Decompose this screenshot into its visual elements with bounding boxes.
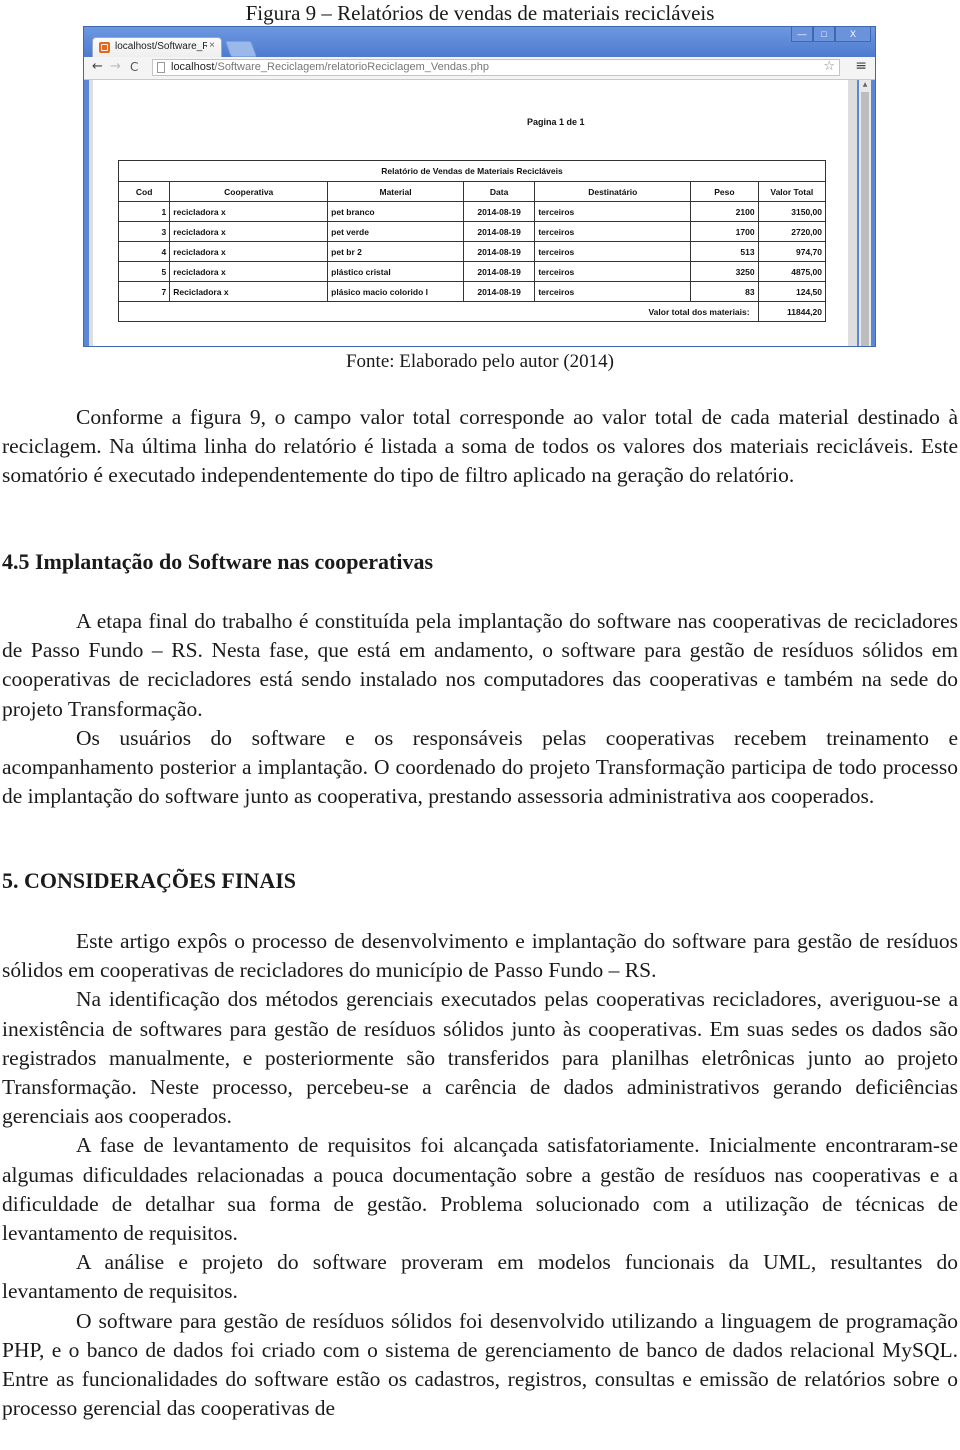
paragraph: Os usuários do software e os responsávei…	[2, 725, 958, 809]
cell-cod: 7	[117, 281, 171, 302]
col-valor-total: Valor Total	[757, 181, 827, 202]
cell-peso: 513	[690, 241, 759, 262]
table-row: 7 Recicladora x plásico macio colorido l…	[117, 281, 827, 302]
table-row: 1 recicladora x pet branco 2014-08-19 te…	[117, 201, 827, 222]
page-icon	[157, 62, 165, 73]
cell-data: 2014-08-19	[462, 201, 536, 222]
cell-material: pet br 2	[327, 241, 464, 262]
cell-data: 2014-08-19	[462, 221, 536, 242]
cell-destinatario: terceiros	[534, 281, 692, 302]
col-peso: Peso	[690, 181, 759, 202]
section-heading-5: 5. CONSIDERAÇÕES FINAIS	[2, 868, 297, 893]
cell-destinatario: terceiros	[534, 241, 692, 262]
address-bar[interactable]: localhost/Software_Reciclagem/relatorioR…	[152, 59, 840, 76]
bookmark-star-icon[interactable]: ☆	[823, 59, 835, 74]
close-window-icon[interactable]: X	[835, 27, 871, 42]
intro-section: Conforme a figura 9, o campo valor total…	[2, 403, 958, 491]
cell-material: pet verde	[327, 221, 464, 242]
cell-material: plásico macio colorido l	[327, 281, 464, 302]
browser-tab[interactable]: localhost/Software_Recicl ×	[92, 37, 222, 57]
total-label: Valor total dos materiais:	[118, 301, 759, 322]
cell-data: 2014-08-19	[462, 261, 536, 282]
cell-peso: 2100	[690, 201, 759, 222]
cell-cooperativa: recicladora x	[169, 221, 329, 242]
col-cod: Cod	[117, 181, 171, 202]
cell-peso: 3250	[690, 261, 759, 282]
cell-cod: 4	[117, 241, 171, 262]
cell-cod: 3	[117, 221, 171, 242]
table-row: 4 recicladora x pet br 2 2014-08-19 terc…	[117, 241, 827, 262]
cell-cooperativa: Recicladora x	[169, 281, 329, 302]
cell-cooperativa: recicladora x	[169, 241, 329, 262]
col-destinatario: Destinatário	[534, 181, 692, 202]
paragraph: A fase de levantamento de requisitos foi…	[2, 1133, 958, 1246]
cell-valor: 3150,00	[757, 201, 827, 222]
col-data: Data	[462, 181, 536, 202]
forward-arrow-icon[interactable]: →	[110, 59, 121, 74]
paragraph: Este artigo expôs o processo de desenvol…	[2, 929, 958, 983]
cell-destinatario: terceiros	[534, 261, 692, 282]
hamburger-menu-icon[interactable]: ≡	[855, 58, 867, 74]
url-path: /Software_Reciclagem/relatorioReciclagem…	[214, 61, 489, 73]
figure-title: Figura 9 – Relatórios de vendas de mater…	[245, 1, 715, 25]
paragraph: Na identificação dos métodos gerenciais …	[2, 987, 958, 1129]
cell-cooperativa: recicladora x	[169, 261, 329, 282]
cell-material: pet branco	[327, 201, 464, 222]
cell-valor: 124,50	[757, 281, 827, 302]
browser-titlebar: localhost/Software_Recicl × — □ X	[84, 27, 875, 57]
section-4-5-body: A etapa final do trabalho é constituída …	[2, 607, 958, 811]
table-row: 5 recicladora x plástico cristal 2014-08…	[117, 261, 827, 282]
browser-viewport: Pagina 1 de 1 Relatório de Vendas de Mat…	[89, 80, 857, 346]
cell-destinatario: terceiros	[534, 221, 692, 242]
tab-close-icon[interactable]: ×	[209, 40, 215, 51]
cell-data: 2014-08-19	[462, 281, 536, 302]
minimize-icon[interactable]: —	[791, 27, 813, 42]
total-value: 11844,20	[757, 301, 827, 322]
scroll-up-icon[interactable]: ▲	[859, 80, 871, 90]
header-row: Cod Cooperativa Material Data Destinatár…	[117, 181, 827, 202]
cell-valor: 2720,00	[757, 221, 827, 242]
url-host: localhost	[171, 61, 215, 73]
cell-peso: 83	[690, 281, 759, 302]
report-page: Pagina 1 de 1 Relatório de Vendas de Mat…	[93, 80, 848, 346]
cell-valor: 974,70	[757, 241, 827, 262]
reload-icon[interactable]: C	[130, 60, 138, 74]
favicon-icon	[99, 42, 110, 53]
scrollbar-thumb[interactable]	[861, 92, 869, 346]
total-row: Valor total dos materiais: 11844,20	[118, 301, 827, 322]
cell-data: 2014-08-19	[462, 241, 536, 262]
window-controls: — □ X	[791, 27, 871, 43]
cell-cooperativa: recicladora x	[169, 201, 329, 222]
browser-toolbar: ← → C localhost/Software_Reciclagem/rela…	[84, 57, 875, 80]
paragraph: Conforme a figura 9, o campo valor total…	[2, 405, 958, 488]
section-heading-4-5: 4.5 Implantação do Software nas cooperat…	[2, 549, 434, 574]
table-row: 3 recicladora x pet verde 2014-08-19 ter…	[117, 221, 827, 242]
cell-destinatario: terceiros	[534, 201, 692, 222]
tab-title: localhost/Software_Recicl	[115, 41, 207, 52]
section-5-body: Este artigo expôs o processo de desenvol…	[2, 927, 958, 1423]
figure-caption: Fonte: Elaborado pelo autor (2014)	[345, 351, 615, 372]
url-text[interactable]: localhost/Software_Reciclagem/relatorioR…	[171, 60, 489, 75]
vertical-scrollbar[interactable]: ▲	[859, 80, 871, 346]
page-info: Pagina 1 de 1	[527, 117, 585, 127]
cell-cod: 5	[117, 261, 171, 282]
paragraph: A análise e projeto do software proveram…	[2, 1250, 958, 1304]
col-cooperativa: Cooperativa	[169, 181, 329, 202]
new-tab-button[interactable]	[225, 41, 257, 57]
cell-cod: 1	[117, 201, 171, 222]
back-arrow-icon[interactable]: ←	[92, 59, 103, 74]
maximize-icon[interactable]: □	[813, 27, 835, 42]
paragraph: O software para gestão de resíduos sólid…	[2, 1308, 958, 1421]
cell-valor: 4875,00	[757, 261, 827, 282]
cell-material: plástico cristal	[327, 261, 464, 282]
cell-peso: 1700	[690, 221, 759, 242]
browser-window: localhost/Software_Recicl × — □ X ← → C …	[83, 26, 876, 347]
report-title: Relatório de Vendas de Materiais Reciclá…	[118, 160, 826, 182]
paragraph: A etapa final do trabalho é constituída …	[2, 609, 958, 721]
sales-report-table: Relatório de Vendas de Materiais Reciclá…	[117, 160, 827, 322]
col-material: Material	[327, 181, 464, 202]
